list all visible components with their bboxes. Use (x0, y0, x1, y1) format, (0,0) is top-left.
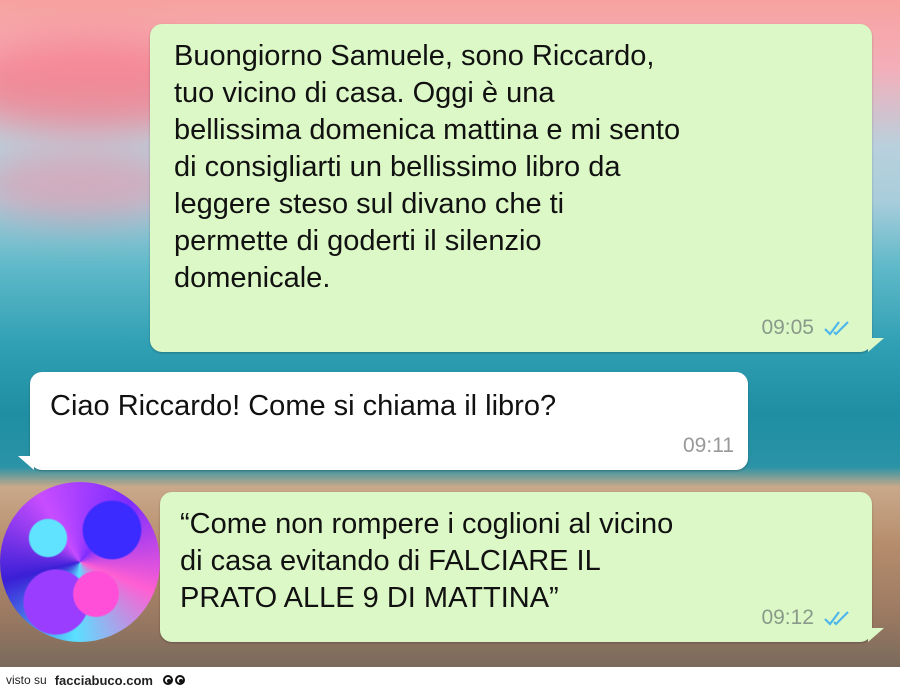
message-text: “Come non rompere i coglioni al vicino d… (180, 508, 674, 614)
message-time: 09:12 (761, 606, 814, 629)
chat-background: Buongiorno Samuele, sono Riccardo, tuo v… (0, 0, 900, 667)
footer-prefix: visto su (6, 673, 47, 687)
footer-site: facciabuco.com (54, 672, 153, 688)
bubble-tail (18, 456, 34, 470)
eyes-logo-icon (162, 675, 185, 685)
message-text: Ciao Riccardo! Come si chiama il libro? (50, 390, 557, 422)
message-bubble-2[interactable]: Ciao Riccardo! Come si chiama il libro? … (18, 372, 748, 470)
message-bubble-3[interactable]: “Come non rompere i coglioni al vicino d… (160, 492, 884, 642)
message-time: 09:05 (761, 316, 814, 339)
message-bubble-1[interactable]: Buongiorno Samuele, sono Riccardo, tuo v… (150, 24, 884, 352)
message-text: Buongiorno Samuele, sono Riccardo, tuo v… (174, 40, 681, 294)
avatar[interactable] (0, 482, 160, 642)
double-check-icon (824, 611, 849, 626)
double-check-icon (824, 321, 849, 336)
watermark-footer: visto su facciabuco.com (0, 667, 900, 693)
message-time: 09:11 (683, 434, 734, 457)
bubble-tail (868, 338, 884, 352)
bubble-tail (868, 628, 884, 642)
